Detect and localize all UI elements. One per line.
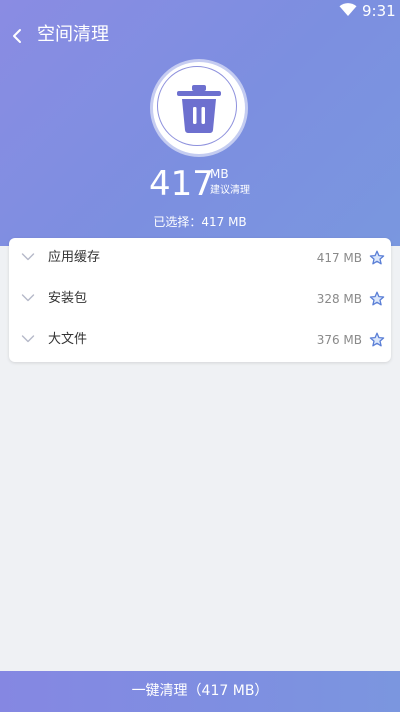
list-item-label: 应用缓存 [48, 250, 101, 265]
page-title: 空间清理 [37, 24, 109, 45]
junk-size-hint: 建议清理 [210, 185, 250, 196]
list-item-size: 417 MB [316, 251, 362, 265]
trash-icon [177, 85, 221, 133]
clean-trash-button[interactable] [153, 62, 245, 154]
junk-size-value: 417 [149, 164, 214, 204]
status-bar: 9:31 [0, 0, 400, 22]
header-background: 9:31 空间清理 417 MB 建议清理 已选择：417 MB [0, 0, 400, 246]
list-item-size: 328 MB [316, 292, 362, 306]
wifi-icon [339, 3, 357, 17]
list-item-size: 376 MB [316, 333, 362, 347]
star-icon[interactable] [369, 291, 385, 307]
back-button[interactable] [6, 24, 28, 48]
chevron-down-icon[interactable] [21, 293, 35, 303]
list-item-large-files[interactable]: 大文件 376 MB [9, 320, 391, 361]
junk-category-list: 应用缓存 417 MB 安装包 328 MB 大文件 376 MB [9, 238, 391, 362]
list-item-install-packages[interactable]: 安装包 328 MB [9, 279, 391, 320]
chevron-down-icon[interactable] [21, 334, 35, 344]
junk-size-unit: MB [210, 167, 229, 181]
list-item-label: 安装包 [48, 291, 88, 306]
chevron-left-icon [13, 29, 21, 43]
list-item-label: 大文件 [48, 332, 88, 347]
chevron-down-icon[interactable] [21, 252, 35, 262]
selected-size-text: 已选择：417 MB [153, 215, 247, 229]
star-icon[interactable] [369, 332, 385, 348]
list-item-app-cache[interactable]: 应用缓存 417 MB [9, 238, 391, 279]
status-time: 9:31 [362, 2, 396, 20]
star-icon[interactable] [369, 250, 385, 266]
one-click-clean-button[interactable]: 一键清理（417 MB） [0, 671, 400, 712]
